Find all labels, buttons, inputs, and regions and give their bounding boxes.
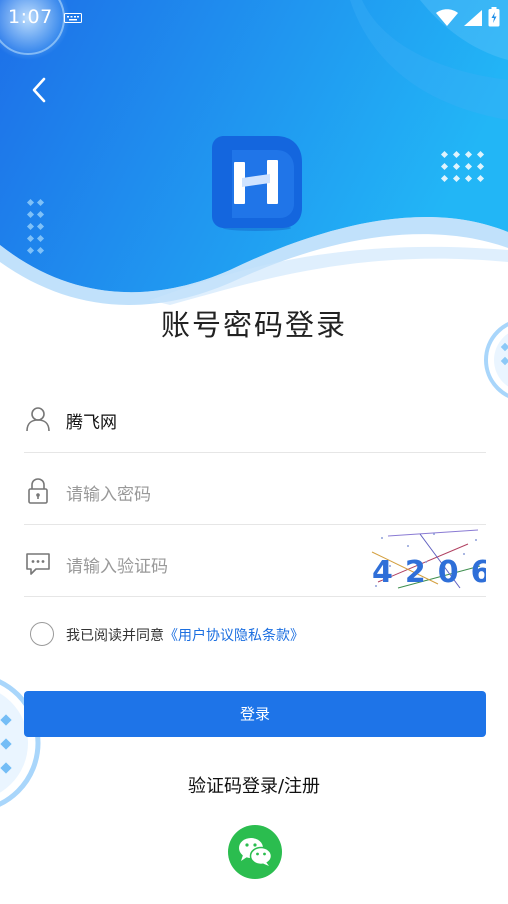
user-icon — [26, 407, 50, 432]
decor-dots-right — [440, 150, 485, 183]
wechat-login-button[interactable] — [228, 825, 282, 879]
page-title: 账号密码登录 — [160, 308, 347, 342]
wifi-icon — [435, 9, 458, 26]
agreement-prefix: 我已阅读并同意 — [66, 628, 164, 644]
system-icons — [435, 7, 500, 31]
agreement-link[interactable]: 《用户协议隐私条款》 — [164, 628, 304, 644]
password-placeholder[interactable]: 请输入密码 — [66, 480, 151, 505]
lock-icon — [28, 478, 48, 504]
status-bar: 1:07 — [0, 0, 508, 34]
battery-icon — [488, 7, 500, 27]
password-field[interactable]: 请输入密码 — [24, 452, 486, 525]
status-time: 1:07 — [8, 6, 53, 28]
captcha-image[interactable]: 4206 — [368, 526, 486, 592]
signal-icon — [463, 10, 482, 26]
agreement-text: 我已阅读并同意《用户协议隐私条款》 — [66, 625, 304, 645]
captcha-field[interactable]: 请输入验证码 4206 — [24, 524, 486, 597]
captcha-placeholder[interactable]: 请输入验证码 — [66, 552, 168, 577]
username-value[interactable]: 腾飞网 — [66, 408, 117, 433]
sms-login-link[interactable]: 验证码登录/注册 — [0, 772, 508, 798]
login-button[interactable]: 登录 — [24, 691, 486, 737]
chat-icon — [26, 553, 50, 575]
captcha-code: 4206 — [372, 555, 486, 590]
agreement-radio[interactable] — [30, 622, 54, 646]
decor-dots-left — [26, 198, 45, 255]
wechat-icon — [239, 838, 273, 866]
username-field[interactable]: 腾飞网 — [24, 380, 486, 453]
app-logo — [212, 136, 302, 231]
keyboard-icon — [64, 13, 82, 23]
back-icon[interactable] — [22, 72, 58, 108]
